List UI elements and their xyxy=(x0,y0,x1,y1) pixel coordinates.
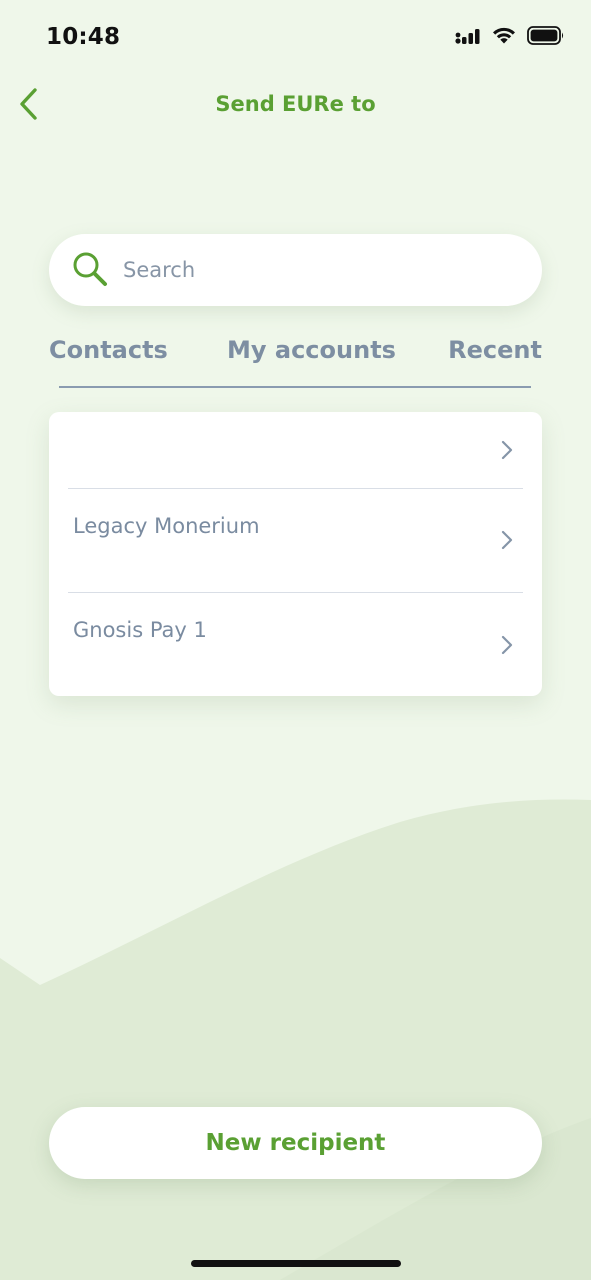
battery-icon xyxy=(527,26,564,45)
chevron-right-icon xyxy=(501,440,513,460)
tab-recent[interactable]: Recent xyxy=(448,336,542,364)
tab-contacts[interactable]: Contacts xyxy=(49,336,168,364)
chevron-right-icon xyxy=(501,635,513,655)
wifi-icon xyxy=(493,27,515,44)
status-icons xyxy=(455,26,565,45)
tab-my-accounts[interactable]: My accounts xyxy=(227,336,396,364)
page-title: Send EURe to xyxy=(215,92,376,116)
chevron-right-icon xyxy=(501,530,513,550)
list-item[interactable]: Legacy Monerium xyxy=(49,489,542,592)
home-indicator xyxy=(191,1260,401,1267)
list-item[interactable]: Gnosis Pay 1 xyxy=(49,593,542,696)
new-recipient-button[interactable]: New recipient xyxy=(49,1107,542,1179)
search-field[interactable] xyxy=(49,234,542,306)
account-list: Legacy Monerium Gnosis Pay 1 xyxy=(49,412,542,696)
search-input[interactable] xyxy=(123,258,503,282)
list-item-label: Legacy Monerium xyxy=(73,514,260,538)
list-item[interactable] xyxy=(49,412,542,488)
search-icon xyxy=(73,252,107,286)
tab-underline xyxy=(59,386,531,388)
list-item-label: Gnosis Pay 1 xyxy=(73,618,207,642)
signal-icon xyxy=(455,28,480,44)
tab-bar: Contacts My accounts Recent xyxy=(49,336,542,388)
status-time: 10:48 xyxy=(46,24,121,50)
